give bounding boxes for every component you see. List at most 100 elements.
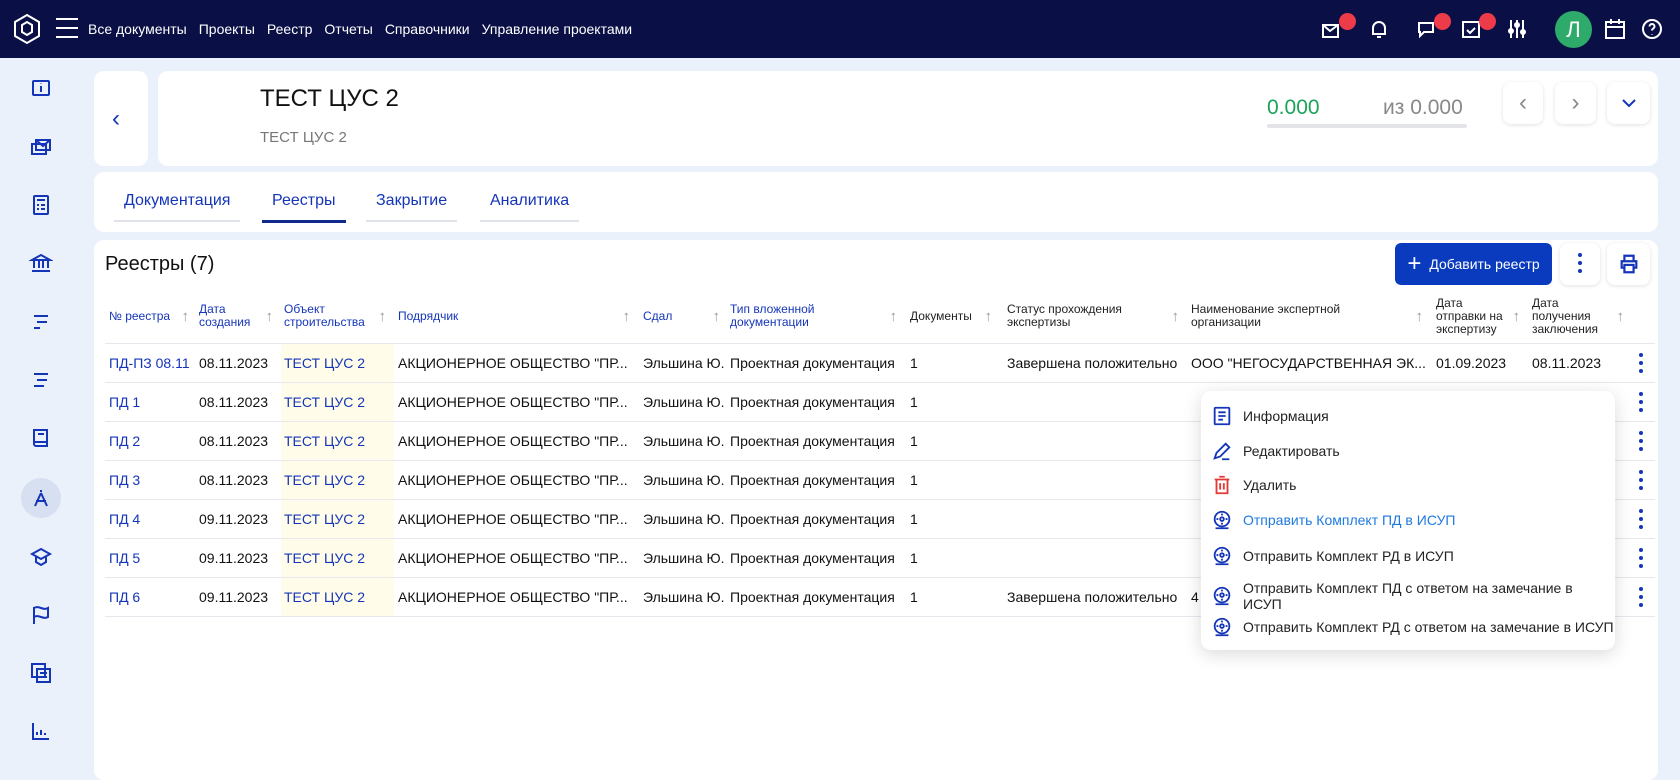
nav-project-management[interactable]: Управление проектами: [482, 21, 632, 37]
column-header[interactable]: Дата создания ↑: [199, 293, 281, 339]
registry-link[interactable]: ПД 3: [109, 461, 140, 500]
calculator-icon[interactable]: [27, 191, 55, 219]
sort-arrow-icon[interactable]: ↑: [890, 309, 898, 324]
menu-item[interactable]: Отправить Комплект ПД с ответом на замеч…: [1211, 580, 1615, 612]
sort-arrow-icon[interactable]: ↑: [1172, 309, 1180, 324]
registry-link[interactable]: ПД 4: [109, 500, 140, 539]
sort-arrow-icon[interactable]: ↑: [266, 309, 274, 324]
column-header[interactable]: Дата получения заключения ↑: [1532, 293, 1632, 339]
sort-arrow-icon[interactable]: ↑: [623, 309, 631, 324]
calendar-check-icon[interactable]: [1460, 13, 1496, 41]
table-cell: АКЦИОНЕРНОЕ ОБЩЕСТВО "ПР...: [398, 394, 628, 410]
nav-reports[interactable]: Отчеты: [324, 21, 372, 37]
registry-link[interactable]: ПД-ПЗ 08.11: [109, 344, 190, 383]
column-header[interactable]: Дата отправки на экспертизу ↑: [1436, 293, 1528, 339]
object-link[interactable]: ТЕСТ ЦУС 2: [284, 500, 365, 539]
column-header[interactable]: Наименование экспертной организации ↑: [1191, 293, 1431, 339]
table-row[interactable]: ПД-ПЗ 08.11 08.11.2023 ТЕСТ ЦУС 2 АКЦИОНЕРН…: [105, 343, 1655, 382]
back-card: ‹: [94, 71, 148, 166]
registry-link[interactable]: ПД 1: [109, 383, 140, 422]
menu-item[interactable]: Отправить Комплект РД с ответом на замеч…: [1211, 616, 1614, 638]
nav-references[interactable]: Справочники: [385, 21, 470, 37]
row-actions-kebab-icon[interactable]: [1637, 509, 1645, 531]
compass-icon[interactable]: [21, 478, 61, 518]
sort-arrow-icon[interactable]: ↑: [379, 309, 387, 324]
column-header[interactable]: Объект строительства ↑: [284, 293, 394, 339]
row-actions-kebab-icon[interactable]: [1637, 353, 1645, 375]
sort-arrow-icon[interactable]: ↑: [985, 309, 993, 324]
nav-registry[interactable]: Реестр: [267, 21, 313, 37]
registry-link[interactable]: ПД 5: [109, 539, 140, 578]
menu-item[interactable]: Отправить Комплект РД в ИСУП: [1211, 545, 1454, 567]
sort-arrow-icon[interactable]: ↑: [182, 309, 190, 324]
registry-link[interactable]: ПД 2: [109, 422, 140, 461]
object-link[interactable]: ТЕСТ ЦУС 2: [284, 578, 365, 617]
column-header[interactable]: Документы ↑: [910, 293, 1000, 339]
mail-stack-icon[interactable]: [27, 133, 55, 161]
menu-item[interactable]: Редактировать: [1211, 440, 1340, 462]
prev-button[interactable]: ‹: [1503, 82, 1543, 124]
column-header[interactable]: Статус прохождения экспертизы ↑: [1007, 293, 1187, 339]
tab-registries[interactable]: Реестры: [262, 192, 346, 223]
row-actions-kebab-icon[interactable]: [1637, 431, 1645, 453]
app-logo-icon[interactable]: [12, 13, 42, 45]
tab-analytics[interactable]: Аналитика: [480, 192, 580, 222]
send-wheel-icon: [1211, 616, 1233, 638]
back-button[interactable]: ‹: [112, 105, 120, 133]
table-cell: Эльшина Ю.: [643, 589, 725, 605]
settings-sliders-icon[interactable]: [1505, 17, 1529, 41]
row-actions-kebab-icon[interactable]: [1637, 587, 1645, 609]
object-link[interactable]: ТЕСТ ЦУС 2: [284, 539, 365, 578]
registry-link[interactable]: ПД 6: [109, 578, 140, 617]
graduation-icon[interactable]: [27, 543, 55, 571]
avatar[interactable]: Л: [1555, 11, 1592, 48]
calendar-icon[interactable]: [1603, 17, 1627, 41]
table-cell: Проектная документация: [730, 394, 895, 410]
add-registry-button[interactable]: + Добавить реестр: [1395, 243, 1552, 285]
table-cell: ООО "НЕГОСУДАРСТВЕННАЯ ЭК...: [1191, 355, 1426, 371]
list-align-icon[interactable]: [27, 308, 55, 336]
tab-closing[interactable]: Закрытие: [366, 192, 458, 222]
inbox-icon[interactable]: [1320, 13, 1356, 41]
chart-icon[interactable]: [27, 717, 55, 745]
print-button[interactable]: [1607, 243, 1650, 285]
column-header[interactable]: Подрядчик ↑: [398, 293, 638, 339]
chat-icon[interactable]: [1415, 13, 1451, 41]
menu-item[interactable]: Отправить Комплект ПД в ИСУП: [1211, 509, 1455, 531]
menu-item[interactable]: Информация: [1211, 405, 1329, 427]
sort-arrow-icon[interactable]: ↑: [713, 309, 721, 324]
sort-arrow-icon[interactable]: ↑: [1617, 309, 1625, 324]
sort-arrow-icon[interactable]: ↑: [1513, 309, 1521, 324]
flag-icon[interactable]: [27, 601, 55, 629]
tab-documentation[interactable]: Документация: [114, 192, 241, 222]
object-link[interactable]: ТЕСТ ЦУС 2: [284, 383, 365, 422]
row-actions-kebab-icon[interactable]: [1637, 470, 1645, 492]
sort-arrow-icon[interactable]: ↑: [1416, 309, 1424, 324]
documents-icon[interactable]: [27, 659, 55, 687]
list-align-icon-2[interactable]: [27, 366, 55, 394]
help-icon[interactable]: [1640, 17, 1664, 41]
bell-icon[interactable]: [1367, 17, 1391, 41]
row-actions-kebab-icon[interactable]: [1637, 392, 1645, 414]
next-button[interactable]: ›: [1555, 82, 1596, 124]
more-actions-button[interactable]: [1560, 243, 1600, 285]
menu-item[interactable]: Удалить: [1211, 474, 1296, 496]
expand-button[interactable]: [1607, 82, 1650, 124]
bank-icon[interactable]: [27, 249, 55, 277]
object-link[interactable]: ТЕСТ ЦУС 2: [284, 461, 365, 500]
menu-icon[interactable]: [56, 18, 78, 38]
nav-projects[interactable]: Проекты: [199, 21, 255, 37]
column-header[interactable]: Сдал ↑: [643, 293, 728, 339]
column-header[interactable]: № реестра ↑: [109, 293, 197, 339]
row-actions-kebab-icon[interactable]: [1637, 548, 1645, 570]
table-cell: 08.11.2023: [1532, 355, 1602, 371]
table-cell: 1: [910, 511, 918, 527]
book-icon[interactable]: [27, 424, 55, 452]
menu-item-label: Отправить Комплект РД с ответом на замеч…: [1243, 619, 1614, 635]
table-cell: 08.11.2023: [199, 472, 269, 488]
info-icon[interactable]: [27, 74, 55, 102]
nav-all-documents[interactable]: Все документы: [88, 21, 187, 37]
column-header[interactable]: Тип вложенной документации ↑: [730, 293, 905, 339]
object-link[interactable]: ТЕСТ ЦУС 2: [284, 422, 365, 461]
object-link[interactable]: ТЕСТ ЦУС 2: [284, 344, 365, 383]
